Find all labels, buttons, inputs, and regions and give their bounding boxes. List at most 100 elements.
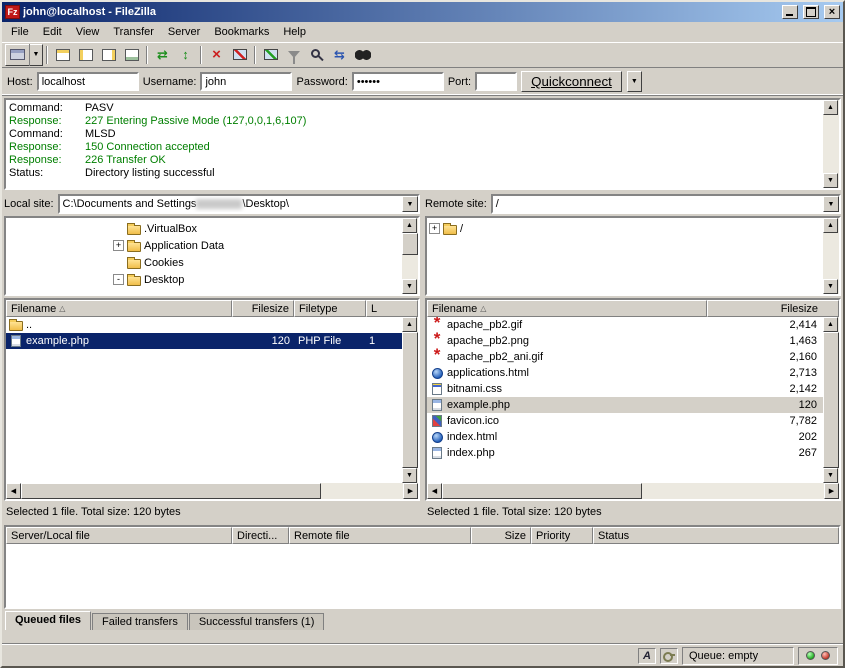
- local-file-row[interactable]: ..: [6, 317, 418, 333]
- remote-file-row[interactable]: applications.html2,713: [427, 365, 839, 381]
- scroll-down-button[interactable]: ▼: [823, 279, 838, 294]
- encryption-indicator[interactable]: [660, 648, 678, 664]
- remote-site-dropdown[interactable]: ▼: [823, 196, 839, 212]
- refresh-button[interactable]: ⇄: [151, 44, 174, 66]
- column-header-direction[interactable]: Directi...: [232, 527, 289, 544]
- tree-item[interactable]: +Application Data: [8, 237, 400, 254]
- local-list-hscrollbar[interactable]: ◀ ▶: [6, 483, 418, 499]
- remote-file-row[interactable]: bitnami.css2,142: [427, 381, 839, 397]
- scroll-up-button[interactable]: ▲: [823, 100, 838, 115]
- column-header-priority[interactable]: Priority: [531, 527, 593, 544]
- remote-list-hscrollbar[interactable]: ◀ ▶: [427, 483, 839, 499]
- scroll-right-button[interactable]: ▶: [824, 483, 839, 499]
- tree-expander[interactable]: +: [429, 223, 440, 234]
- queue-body[interactable]: [6, 544, 839, 607]
- local-file-row-selected[interactable]: example.php 120 PHP File 1: [6, 333, 418, 349]
- menu-edit[interactable]: Edit: [36, 23, 69, 41]
- username-input[interactable]: [200, 72, 292, 91]
- column-header-filename[interactable]: Filename△: [6, 300, 232, 317]
- tree-item[interactable]: Cookies: [8, 254, 400, 271]
- remote-file-row[interactable]: *apache_pb2_ani.gif2,160: [427, 349, 839, 365]
- file-size: 2,713: [707, 367, 823, 379]
- remote-list-scrollbar[interactable]: ▲ ▼: [823, 317, 839, 483]
- remote-tree[interactable]: +/ ▲ ▼: [425, 216, 841, 296]
- quickconnect-dropdown[interactable]: ▼: [627, 71, 642, 92]
- quickconnect-button[interactable]: Quickconnect: [521, 71, 622, 92]
- compare-button[interactable]: [305, 44, 328, 66]
- menu-file[interactable]: File: [4, 23, 36, 41]
- scroll-right-button[interactable]: ▶: [403, 483, 418, 499]
- scroll-up-button[interactable]: ▲: [823, 317, 838, 332]
- tab-failed-transfers[interactable]: Failed transfers: [92, 613, 188, 630]
- transfer-type-indicator[interactable]: A: [638, 648, 656, 664]
- local-tree-scrollbar[interactable]: ▲ ▼: [402, 218, 418, 294]
- tree-expander[interactable]: +: [113, 240, 124, 251]
- remote-file-row[interactable]: *apache_pb2.png1,463: [427, 333, 839, 349]
- column-header-filesize[interactable]: Filesize: [232, 300, 294, 317]
- tree-item[interactable]: +/: [429, 220, 821, 237]
- site-manager-button[interactable]: ▼: [5, 44, 43, 66]
- scroll-down-button[interactable]: ▼: [823, 468, 838, 483]
- column-header-filename[interactable]: Filename△: [427, 300, 707, 317]
- column-header-size[interactable]: Size: [471, 527, 531, 544]
- scroll-left-button[interactable]: ◀: [427, 483, 442, 499]
- scroll-down-button[interactable]: ▼: [402, 468, 417, 483]
- maximize-button[interactable]: [803, 5, 819, 19]
- local-site-dropdown[interactable]: ▼: [402, 196, 418, 212]
- menu-transfer[interactable]: Transfer: [106, 23, 161, 41]
- remote-file-row[interactable]: favicon.ico7,782: [427, 413, 839, 429]
- find-button[interactable]: [351, 44, 374, 66]
- tab-queued-files[interactable]: Queued files: [5, 611, 91, 630]
- column-header-filetype[interactable]: Filetype: [294, 300, 366, 317]
- toggle-remote-tree-button[interactable]: [97, 44, 120, 66]
- toggle-local-tree-button[interactable]: [74, 44, 97, 66]
- remote-site-combo[interactable]: / ▼: [491, 194, 841, 214]
- local-list-scrollbar[interactable]: ▲ ▼: [402, 317, 418, 483]
- scroll-up-button[interactable]: ▲: [402, 317, 417, 332]
- sort-asc-icon: △: [480, 304, 486, 313]
- remote-file-row[interactable]: index.html202: [427, 429, 839, 445]
- process-queue-button[interactable]: ↕: [174, 44, 197, 66]
- scroll-up-button[interactable]: ▲: [402, 218, 417, 233]
- folder-icon: [443, 225, 457, 235]
- menu-view[interactable]: View: [69, 23, 107, 41]
- tree-item[interactable]: .VirtualBox: [8, 220, 400, 237]
- sync-browsing-button[interactable]: ⇆: [328, 44, 351, 66]
- menu-bookmarks[interactable]: Bookmarks: [207, 23, 276, 41]
- column-header-server-local-file[interactable]: Server/Local file: [6, 527, 232, 544]
- password-input[interactable]: [352, 72, 444, 91]
- toggle-queue-button[interactable]: [120, 44, 143, 66]
- remote-file-row[interactable]: *apache_pb2.gif2,414: [427, 317, 839, 333]
- menu-help[interactable]: Help: [276, 23, 313, 41]
- local-site-combo[interactable]: C:\Documents and Settings\Desktop\ ▼: [58, 194, 420, 214]
- minimize-button[interactable]: [782, 5, 798, 19]
- disconnect-button[interactable]: [228, 44, 251, 66]
- remote-tree-scrollbar[interactable]: ▲ ▼: [823, 218, 839, 294]
- reconnect-button[interactable]: [259, 44, 282, 66]
- menu-server[interactable]: Server: [161, 23, 207, 41]
- close-button[interactable]: ×: [824, 5, 840, 19]
- filter-button[interactable]: [282, 44, 305, 66]
- site-manager-dropdown[interactable]: ▼: [29, 44, 42, 66]
- scroll-down-button[interactable]: ▼: [402, 279, 417, 294]
- scroll-down-button[interactable]: ▼: [823, 173, 838, 188]
- cancel-button[interactable]: ×: [205, 44, 228, 66]
- column-header-modified[interactable]: L: [366, 300, 418, 317]
- titlebar[interactable]: Fz john@localhost - FileZilla ×: [2, 2, 843, 22]
- remote-file-row-selected[interactable]: example.php120: [427, 397, 839, 413]
- port-input[interactable]: [475, 72, 517, 91]
- remote-file-row[interactable]: index.php267: [427, 445, 839, 461]
- scroll-left-button[interactable]: ◀: [6, 483, 21, 499]
- toggle-log-button[interactable]: [51, 44, 74, 66]
- host-input[interactable]: [37, 72, 139, 91]
- tree-item[interactable]: -Desktop: [8, 271, 400, 288]
- column-header-filesize[interactable]: Filesize: [707, 300, 839, 317]
- tab-successful-transfers[interactable]: Successful transfers (1): [189, 613, 325, 630]
- css-file-icon: [432, 383, 442, 395]
- column-header-remote-file[interactable]: Remote file: [289, 527, 471, 544]
- column-header-status[interactable]: Status: [593, 527, 839, 544]
- local-tree[interactable]: .VirtualBox +Application Data Cookies -D…: [4, 216, 420, 296]
- scroll-up-button[interactable]: ▲: [823, 218, 838, 233]
- tree-expander[interactable]: -: [113, 274, 124, 285]
- log-scrollbar[interactable]: ▲ ▼: [823, 100, 839, 188]
